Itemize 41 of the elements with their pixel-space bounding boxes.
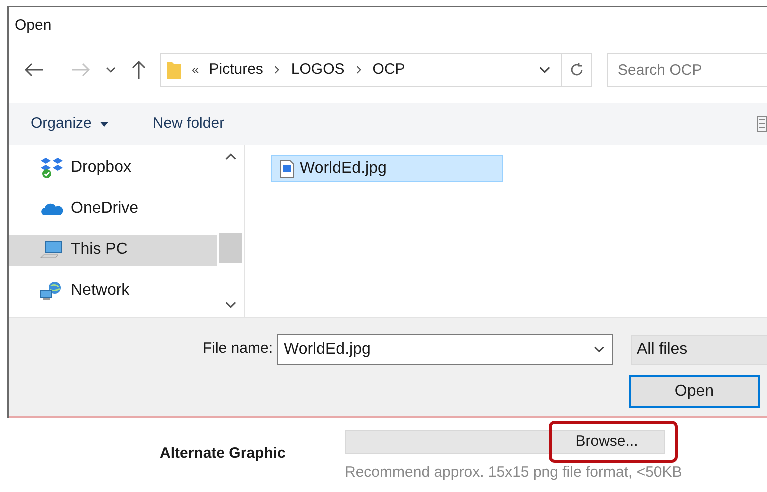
sidebar-label: OneDrive (71, 198, 139, 219)
cloud-icon (40, 202, 64, 216)
overflow-chevrons[interactable]: « (192, 60, 200, 80)
breadcrumb-item[interactable]: OCP (372, 58, 406, 82)
window-title: Open (15, 16, 52, 36)
file-name-field[interactable]: WorldEd.jpg (284, 338, 593, 362)
file-name-label: File name: (202, 339, 273, 360)
file-name-combobox[interactable]: WorldEd.jpg (277, 334, 613, 365)
up-arrow-icon[interactable] (131, 60, 147, 80)
file-upload-field[interactable]: Browse... (345, 430, 665, 454)
network-icon (40, 281, 64, 302)
hint-text: Recommend approx. 15x15 png file format, <50KB (345, 463, 682, 483)
breadcrumb-item[interactable]: LOGOS (291, 58, 345, 82)
address-bar[interactable]: « Pictures LOGOS OCP (160, 53, 592, 87)
sidebar-label: This PC (71, 240, 128, 260)
sidebar-label: Network (71, 281, 130, 302)
refresh-icon[interactable] (568, 62, 584, 78)
sidebar-item[interactable]: Dropbox (9, 152, 217, 184)
scroll-thumb[interactable] (219, 233, 242, 263)
folder-icon (166, 60, 182, 80)
dropbox-icon (40, 156, 64, 179)
breadcrumb-item[interactable]: Pictures (209, 58, 264, 82)
computer-icon (40, 240, 64, 260)
file-type-dropdown[interactable]: All files (631, 334, 767, 364)
back-arrow-icon[interactable] (24, 62, 44, 78)
sidebar-item[interactable]: Network (9, 276, 217, 307)
file-name: WorldEd.jpg (300, 158, 387, 178)
search-field[interactable]: Search OCP (607, 53, 767, 87)
field-label: Alternate Graphic (160, 445, 286, 462)
scrollbar[interactable] (217, 145, 245, 317)
sidebar-item[interactable]: This PC (9, 234, 217, 266)
caret-down-icon (100, 122, 109, 126)
file-item[interactable]: WorldEd.jpg (271, 155, 503, 182)
image-file-icon (280, 160, 294, 178)
organize-button[interactable]: Organize (31, 112, 109, 136)
sidebar-item[interactable]: OneDrive (9, 193, 217, 224)
view-options-icon[interactable] (757, 116, 767, 132)
sidebar-label: Dropbox (71, 158, 132, 178)
new-folder-button[interactable]: New folder (152, 112, 225, 136)
forward-arrow-icon[interactable] (71, 62, 91, 78)
open-button[interactable]: Open (629, 375, 760, 408)
